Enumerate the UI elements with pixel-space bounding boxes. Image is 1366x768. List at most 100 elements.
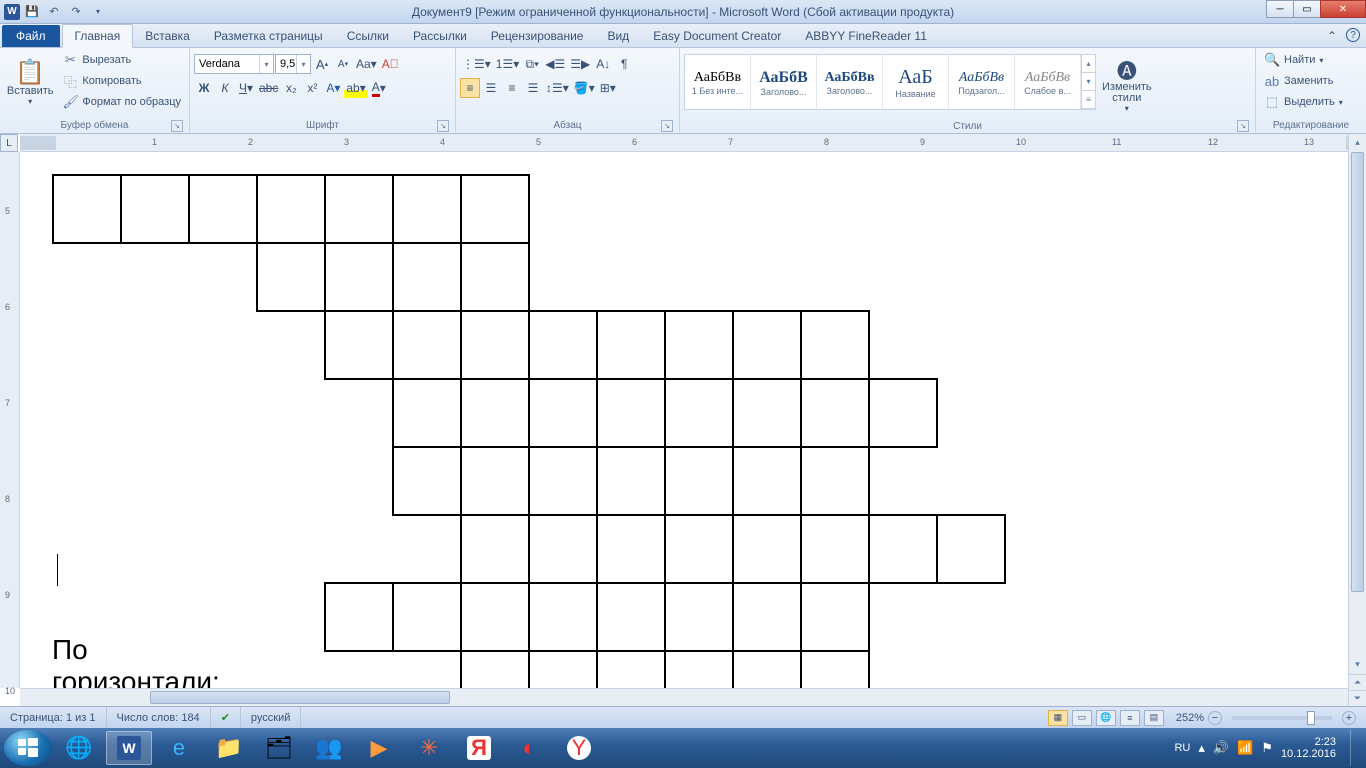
file-tab[interactable]: Файл — [2, 25, 60, 47]
crossword-cell[interactable] — [528, 446, 598, 516]
taskbar-app-2[interactable]: 👥 — [306, 731, 352, 765]
scroll-down-icon[interactable]: ▾ — [1349, 656, 1366, 672]
tray-lang[interactable]: RU — [1174, 742, 1190, 754]
font-dialog-launcher[interactable]: ↘ — [437, 120, 449, 132]
tab-home[interactable]: Главная — [62, 24, 134, 48]
doc-heading[interactable]: По горизонтали: — [52, 634, 220, 688]
align-center-button[interactable]: ☰ — [481, 78, 501, 98]
shrink-font-button[interactable]: A▾ — [333, 54, 353, 74]
tab-stop-selector[interactable]: L — [0, 134, 18, 152]
style-item-4[interactable]: АаБбВвПодзагол... — [949, 55, 1015, 109]
font-size-combo[interactable]: 9,5▾ — [275, 54, 311, 74]
crossword-cell[interactable] — [800, 310, 870, 380]
ribbon-minimize-icon[interactable]: ⌃ — [1324, 28, 1340, 44]
view-print-layout-button[interactable]: ▦ — [1048, 710, 1068, 726]
crossword-cell[interactable] — [732, 650, 802, 688]
zoom-slider[interactable] — [1232, 716, 1332, 720]
start-button[interactable] — [4, 730, 52, 766]
crossword-cell[interactable] — [460, 242, 530, 312]
crossword-cell[interactable] — [528, 310, 598, 380]
taskbar-yandex-search[interactable]: Я — [456, 731, 502, 765]
crossword-cell[interactable] — [664, 446, 734, 516]
crossword-cell[interactable] — [732, 582, 802, 652]
superscript-button[interactable]: x² — [302, 78, 322, 98]
paragraph-dialog-launcher[interactable]: ↘ — [661, 120, 673, 132]
align-left-button[interactable]: ≡ — [460, 78, 480, 98]
crossword-cell[interactable] — [460, 650, 530, 688]
qat-customize-icon[interactable]: ▾ — [88, 2, 108, 22]
crossword-cell[interactable] — [528, 514, 598, 584]
text-effects-button[interactable]: A▾ — [323, 78, 343, 98]
crossword-cell[interactable] — [732, 378, 802, 448]
zoom-value[interactable]: 252% — [1176, 712, 1204, 724]
crossword-cell[interactable] — [936, 514, 1006, 584]
font-color-button[interactable]: A▾ — [369, 78, 389, 98]
tab-view[interactable]: Вид — [595, 25, 641, 47]
replace-button[interactable]: abЗаменить — [1260, 71, 1347, 91]
clipboard-dialog-launcher[interactable]: ↘ — [171, 120, 183, 132]
tab-page-layout[interactable]: Разметка страницы — [202, 25, 335, 47]
style-item-1[interactable]: АаБбВЗаголово... — [751, 55, 817, 109]
bold-button[interactable]: Ж — [194, 78, 214, 98]
style-item-3[interactable]: АаБНазвание — [883, 55, 949, 109]
tab-insert[interactable]: Вставка — [133, 25, 202, 47]
crossword-cell[interactable] — [528, 650, 598, 688]
subscript-button[interactable]: x₂ — [281, 78, 301, 98]
change-styles-button[interactable]: 🅐 Изменить стили ▾ — [1098, 54, 1156, 120]
shading-button[interactable]: 🪣▾ — [572, 78, 597, 98]
crossword-cell[interactable] — [596, 650, 666, 688]
taskbar-abbyy[interactable]: ◐ — [506, 731, 552, 765]
crossword-cell[interactable] — [324, 582, 394, 652]
crossword-cell[interactable] — [120, 174, 190, 244]
crossword-cell[interactable] — [868, 514, 938, 584]
sort-button[interactable]: A↓ — [593, 54, 613, 74]
justify-button[interactable]: ☰ — [523, 78, 543, 98]
taskbar-media-player[interactable]: ▶ — [356, 731, 402, 765]
view-draft-button[interactable]: ▤ — [1144, 710, 1164, 726]
crossword-cell[interactable] — [664, 650, 734, 688]
tray-network-icon[interactable]: 📶 — [1237, 740, 1253, 756]
prev-page-icon[interactable]: ⏶ — [1349, 674, 1366, 690]
next-page-icon[interactable]: ⏷ — [1349, 690, 1366, 706]
scroll-thumb-v[interactable] — [1351, 152, 1364, 592]
crossword-cell[interactable] — [664, 310, 734, 380]
font-family-combo[interactable]: Verdana▾ — [194, 54, 274, 74]
crossword-cell[interactable] — [800, 514, 870, 584]
crossword-cell[interactable] — [460, 378, 530, 448]
crossword-cell[interactable] — [460, 174, 530, 244]
bullets-button[interactable]: ⋮☰▾ — [460, 54, 493, 74]
crossword-cell[interactable] — [324, 310, 394, 380]
crossword-cell[interactable] — [460, 582, 530, 652]
taskbar-ie[interactable]: e — [156, 731, 202, 765]
crossword-cell[interactable] — [528, 378, 598, 448]
increase-indent-button[interactable]: ☰▶ — [568, 54, 592, 74]
status-language[interactable]: русский — [241, 707, 301, 728]
view-web-button[interactable]: 🌐 — [1096, 710, 1116, 726]
horizontal-scrollbar[interactable] — [20, 688, 1348, 706]
vertical-scrollbar[interactable]: ▴ ▾ ⏶ ⏷ — [1348, 134, 1366, 706]
status-proofing[interactable]: ✔ — [211, 707, 241, 728]
find-button[interactable]: 🔍Найти▾ — [1260, 50, 1347, 70]
taskbar-app-1[interactable]: 🗂 — [256, 731, 302, 765]
highlight-button[interactable]: ab▾ — [344, 78, 367, 98]
status-word-count[interactable]: Число слов: 184 — [107, 707, 211, 728]
crossword-cell[interactable] — [800, 378, 870, 448]
borders-button[interactable]: ⊞▾ — [598, 78, 618, 98]
view-outline-button[interactable]: ≡ — [1120, 710, 1140, 726]
undo-icon[interactable]: ↶ — [44, 2, 64, 22]
tab-references[interactable]: Ссылки — [335, 25, 401, 47]
taskbar-chrome[interactable]: 🌐 — [56, 731, 102, 765]
style-item-5[interactable]: АаБбВвСлабое в... — [1015, 55, 1081, 109]
maximize-button[interactable]: ▭ — [1293, 0, 1321, 18]
tab-review[interactable]: Рецензирование — [479, 25, 596, 47]
crossword-cell[interactable] — [596, 310, 666, 380]
document-area[interactable]: По горизонтали: — [20, 152, 1346, 688]
taskbar-yandex-browser[interactable]: Y — [556, 731, 602, 765]
crossword-cell[interactable] — [664, 514, 734, 584]
crossword-cell[interactable] — [596, 514, 666, 584]
crossword-cell[interactable] — [392, 582, 462, 652]
help-icon[interactable]: ? — [1346, 28, 1360, 42]
decrease-indent-button[interactable]: ◀☰ — [543, 54, 567, 74]
crossword-cell[interactable] — [800, 650, 870, 688]
crossword-cell[interactable] — [528, 582, 598, 652]
